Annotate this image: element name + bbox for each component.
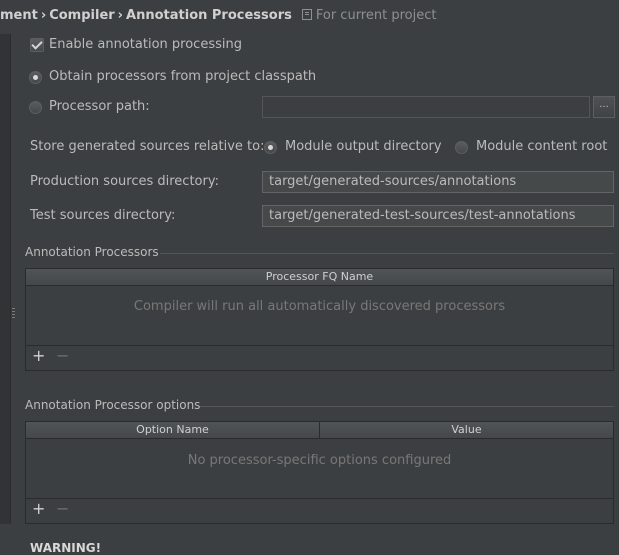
annotation-processor-options-title: Annotation Processor options bbox=[25, 398, 201, 412]
splitter-grip-icon[interactable] bbox=[12, 308, 15, 320]
remove-option-icon[interactable]: − bbox=[56, 501, 69, 517]
breadcrumb-settings[interactable]: ment bbox=[0, 8, 38, 23]
annotation-processors-title: Annotation Processors bbox=[25, 245, 159, 259]
store-generated-label: Store generated sources relative to: bbox=[30, 139, 265, 154]
enable-annotation-processing-label[interactable]: Enable annotation processing bbox=[49, 37, 242, 52]
test-sources-directory-label: Test sources directory: bbox=[30, 208, 176, 223]
production-sources-directory-field[interactable]: target/generated-sources/annotations bbox=[262, 171, 614, 193]
processor-path-field[interactable] bbox=[262, 96, 590, 118]
production-sources-directory-label: Production sources directory: bbox=[30, 174, 219, 189]
warning-heading: WARNING! bbox=[30, 541, 102, 555]
scope-text: For current project bbox=[315, 8, 437, 23]
add-option-icon[interactable]: + bbox=[32, 501, 45, 517]
options-table: Option Name Value No processor-specific … bbox=[25, 421, 614, 524]
remove-processor-icon[interactable]: − bbox=[56, 348, 69, 364]
test-sources-directory-field[interactable]: target/generated-test-sources/test-annot… bbox=[262, 205, 614, 227]
section-divider bbox=[200, 406, 614, 407]
obtain-from-classpath-radio[interactable] bbox=[29, 71, 42, 84]
table-toolbar-divider bbox=[26, 345, 613, 346]
breadcrumb-annotation-processors: Annotation Processors bbox=[126, 8, 292, 23]
processors-table: Processor FQ Name Compiler will run all … bbox=[25, 268, 614, 371]
add-processor-icon[interactable]: + bbox=[32, 348, 45, 364]
module-content-root-label[interactable]: Module content root bbox=[476, 139, 607, 154]
scope-label: For current project bbox=[301, 8, 437, 23]
options-table-header: Option Name Value bbox=[26, 422, 613, 439]
processor-fq-name-column-header[interactable]: Processor FQ Name bbox=[26, 269, 613, 286]
option-name-column-header[interactable]: Option Name bbox=[26, 422, 320, 438]
value-column-header[interactable]: Value bbox=[320, 422, 613, 438]
chevron-right-icon: › bbox=[40, 8, 47, 23]
module-output-directory-radio[interactable] bbox=[264, 141, 277, 154]
processor-path-radio[interactable] bbox=[29, 101, 42, 114]
breadcrumb-compiler[interactable]: Compiler bbox=[49, 8, 114, 23]
project-scope-icon bbox=[301, 9, 312, 20]
processors-empty-text: Compiler will run all automatically disc… bbox=[133, 299, 506, 314]
section-divider bbox=[160, 253, 614, 254]
chevron-right-icon: › bbox=[117, 8, 124, 23]
enable-annotation-processing-checkbox[interactable] bbox=[30, 38, 44, 52]
module-content-root-radio[interactable] bbox=[455, 141, 468, 154]
processor-path-label[interactable]: Processor path: bbox=[49, 99, 150, 114]
obtain-from-classpath-label[interactable]: Obtain processors from project classpath bbox=[49, 69, 316, 84]
options-empty-text: No processor-specific options configured bbox=[187, 453, 452, 468]
table-toolbar-divider bbox=[26, 498, 613, 499]
breadcrumb: ment › Compiler › Annotation Processors For c… bbox=[0, 8, 436, 23]
browse-processor-path-button[interactable]: ... bbox=[593, 96, 615, 118]
module-output-directory-label[interactable]: Module output directory bbox=[285, 139, 442, 154]
left-panel-edge bbox=[0, 34, 11, 524]
